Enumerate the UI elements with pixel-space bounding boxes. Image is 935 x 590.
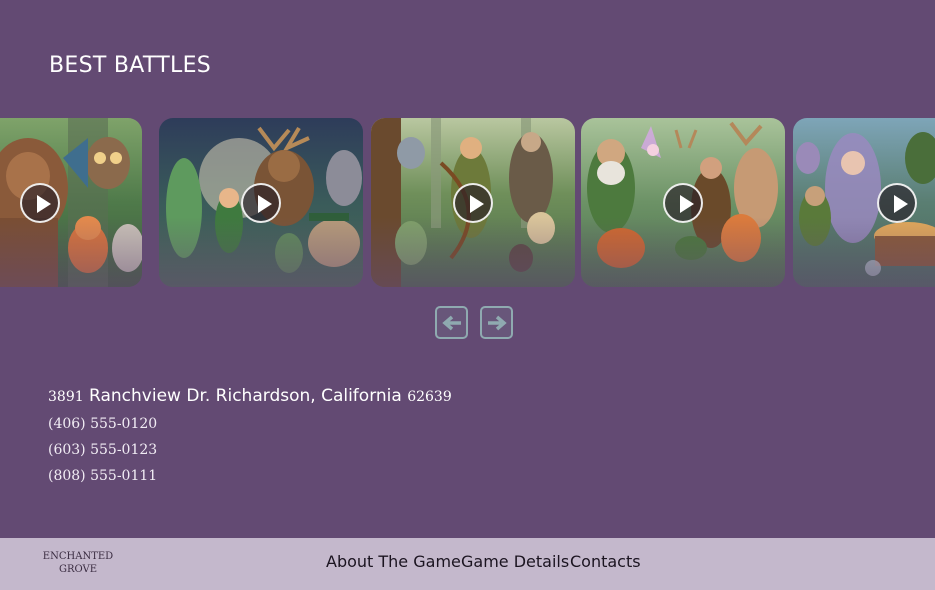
play-button[interactable]: [241, 183, 281, 223]
section-title: BEST BATTLES: [49, 53, 212, 78]
address-street: Ranchview Dr. Richardson, California: [89, 386, 402, 406]
battle-card[interactable]: [581, 118, 785, 287]
battle-card[interactable]: [371, 118, 575, 287]
logo-line: GROVE: [58, 564, 98, 575]
arrow-right-icon: [488, 315, 507, 331]
arrow-left-icon: [442, 315, 461, 331]
play-button[interactable]: [663, 183, 703, 223]
footer: ENCHANTED GROVE About The Game Game Deta…: [0, 538, 935, 590]
phone-number: (603) 555-0123: [48, 442, 158, 458]
phone-number: (406) 555-0120: [48, 416, 158, 432]
nav-game-details[interactable]: Game Details: [461, 552, 569, 571]
logo-line: ENCHANTED: [42, 551, 114, 562]
address-zip: 62639: [407, 389, 452, 405]
carousel-prev-button[interactable]: [435, 306, 468, 339]
play-button[interactable]: [20, 183, 60, 223]
site-logo[interactable]: ENCHANTED GROVE: [40, 550, 116, 576]
battle-card[interactable]: [0, 118, 142, 287]
carousel-next-button[interactable]: [480, 306, 513, 339]
battle-card[interactable]: [793, 118, 935, 287]
play-button[interactable]: [877, 183, 917, 223]
phone-number: (808) 555-0111: [48, 468, 158, 484]
battle-carousel[interactable]: [0, 118, 935, 288]
address-number: 3891: [48, 389, 84, 405]
battle-card[interactable]: [159, 118, 363, 287]
nav-about-the-game[interactable]: About The Game: [326, 552, 461, 571]
address: 3891 Ranchview Dr. Richardson, Californi…: [48, 386, 452, 406]
play-button[interactable]: [453, 183, 493, 223]
nav-contacts[interactable]: Contacts: [570, 552, 641, 571]
